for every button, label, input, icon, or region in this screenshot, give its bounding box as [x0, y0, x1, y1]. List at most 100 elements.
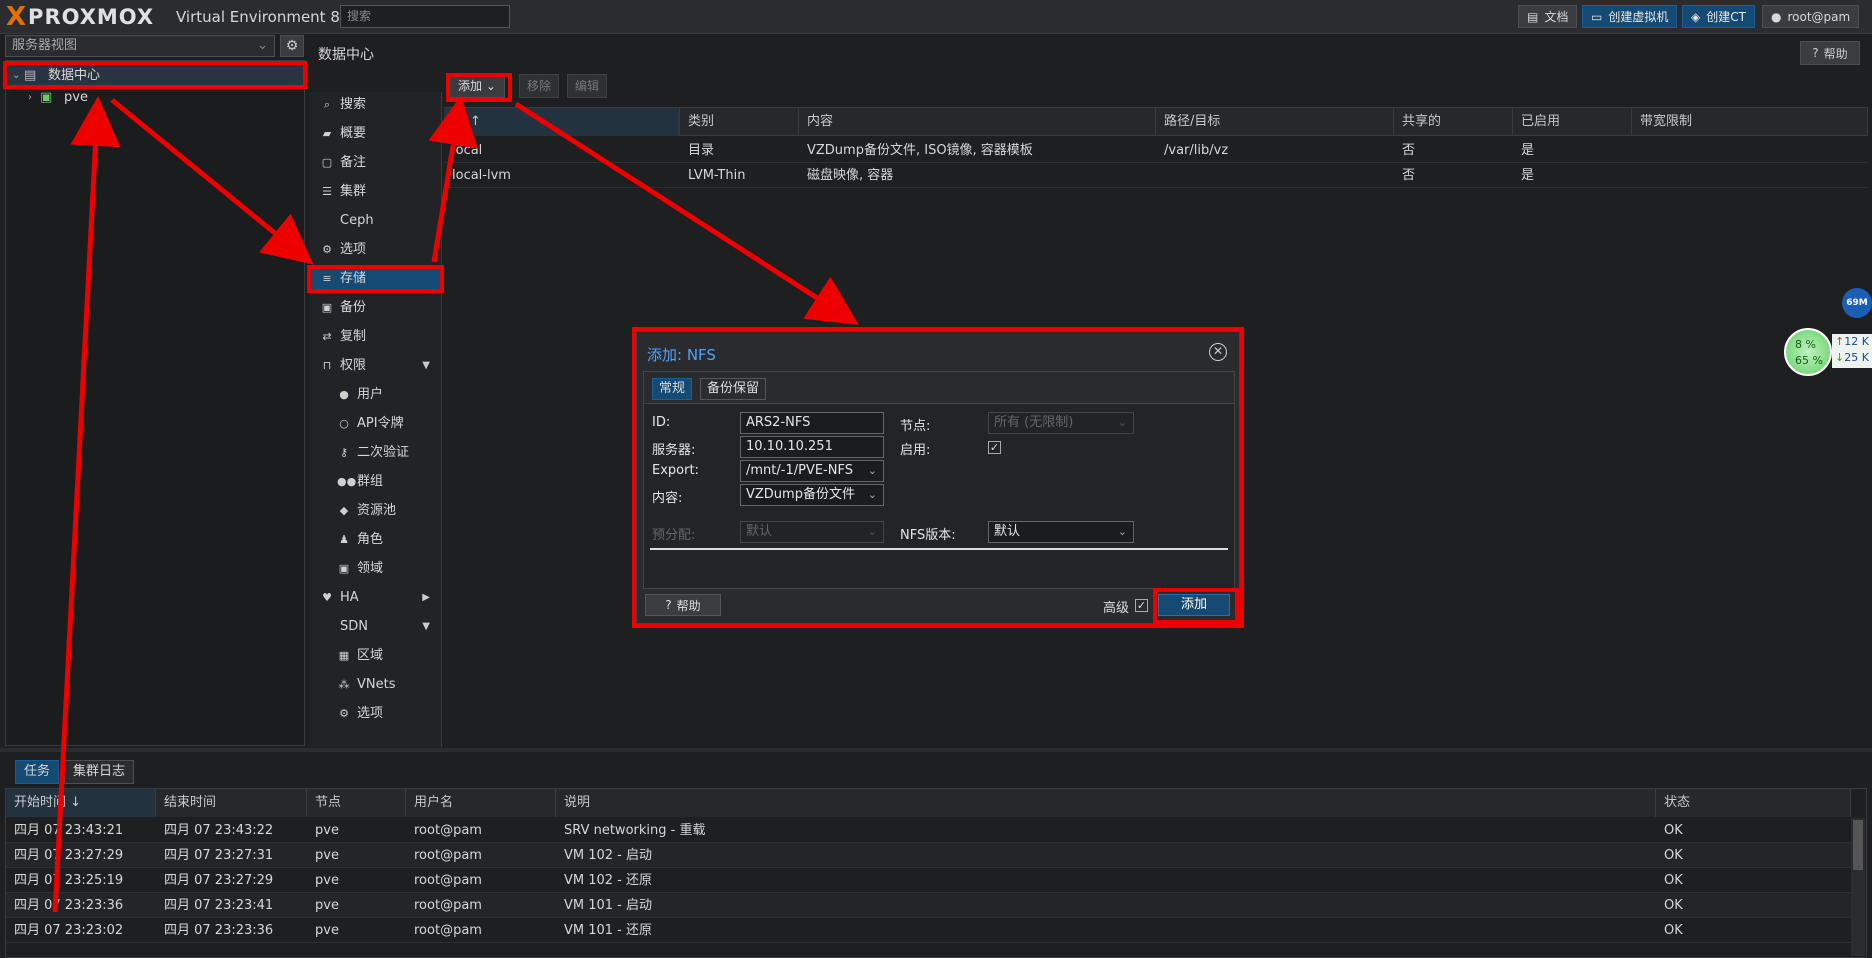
- tab-cluster-log[interactable]: 集群日志: [64, 760, 135, 784]
- dialog-tabs: 常规 备份保留: [644, 372, 1234, 404]
- nav-backup[interactable]: ▣ 备份: [310, 295, 441, 321]
- nav-realms[interactable]: ▣ 领域: [310, 556, 441, 582]
- nav-options[interactable]: ⚙ 选项: [310, 237, 441, 263]
- nav-storage[interactable]: ≡ 存储: [310, 266, 441, 292]
- node-select[interactable]: 所有 (无限制) ⌄: [988, 412, 1134, 434]
- col-username[interactable]: 用户名: [406, 789, 556, 817]
- nav-label: 资源池: [357, 503, 397, 518]
- table-row[interactable]: local 目录 VZDump备份文件, ISO镜像, 容器模板 /var/li…: [444, 139, 1868, 163]
- note-icon: ▢: [321, 156, 333, 169]
- heartbeat-icon: ♥: [322, 591, 332, 604]
- nav-groups[interactable]: ●● 群组: [310, 469, 441, 495]
- scrollbar-thumb[interactable]: [1853, 820, 1863, 870]
- docs-button[interactable]: ▤ 文档: [1518, 5, 1578, 28]
- edit-storage-button[interactable]: 编辑: [567, 74, 607, 98]
- unlock-icon: ⊓: [322, 359, 332, 372]
- nav-sdn-options[interactable]: ⚙ 选项: [310, 701, 441, 727]
- logo-x-icon: X: [6, 2, 27, 32]
- male-icon: ♟: [339, 533, 349, 546]
- cell-start: 四月 07 23:27:29: [14, 848, 124, 863]
- nav-notes[interactable]: ▢ 备注: [310, 150, 441, 176]
- user-icon: ●: [1771, 9, 1782, 24]
- cell-user: root@pam: [414, 848, 482, 863]
- nav-summary[interactable]: ▰ 概要: [310, 121, 441, 147]
- id-field[interactable]: ARS2-NFS: [740, 412, 884, 434]
- memory-badge[interactable]: 69M: [1842, 288, 1872, 318]
- add-storage-button[interactable]: 添加 ⌄: [449, 74, 505, 98]
- chevron-down-icon: ⌄: [867, 525, 877, 538]
- nav-sdn[interactable]: SDN ▼: [310, 614, 441, 640]
- nav-api-tokens[interactable]: ○ API令牌: [310, 411, 441, 437]
- user-menu-button[interactable]: ● root@pam: [1762, 5, 1860, 28]
- create-vm-button[interactable]: ▭ 创建虚拟机: [1582, 5, 1678, 28]
- close-icon[interactable]: ✕: [1209, 343, 1227, 361]
- cell-user: root@pam: [414, 823, 482, 838]
- view-selector[interactable]: 服务器视图 ⌄: [5, 35, 275, 57]
- arrow-down-icon: ↓: [1835, 351, 1845, 364]
- export-select[interactable]: /mnt/-1/PVE-NFS ⌄: [740, 460, 884, 482]
- help-button[interactable]: ? 帮助: [1800, 41, 1860, 65]
- search-input[interactable]: 搜索: [340, 5, 510, 28]
- table-row[interactable]: 四月 07 23:27:29 四月 07 23:27:31 pve root@p…: [6, 843, 1851, 868]
- cell-user: root@pam: [414, 923, 482, 938]
- cell-enabled: 是: [1521, 143, 1535, 158]
- cell-desc: VM 102 - 启动: [564, 848, 653, 863]
- col-path[interactable]: 路径/目标: [1156, 108, 1394, 136]
- col-description[interactable]: 说明: [556, 789, 1656, 817]
- nav-vnets[interactable]: ⁂ VNets: [310, 672, 441, 698]
- col-content[interactable]: 内容: [799, 108, 1156, 136]
- tree-item-pve[interactable]: › ▣ pve: [6, 87, 304, 109]
- col-id[interactable]: ID ↑: [444, 108, 680, 136]
- table-row[interactable]: 四月 07 23:23:36 四月 07 23:23:41 pve root@p…: [6, 893, 1851, 918]
- nav-permissions[interactable]: ⊓ 权限 ▼: [310, 353, 441, 379]
- col-start-time[interactable]: 开始时间 ↓: [6, 789, 156, 817]
- chevron-down-icon: ⌄: [1117, 525, 1127, 538]
- resource-tree: ⌄ ▤ 数据中心 › ▣ pve: [5, 60, 305, 746]
- nav-zones[interactable]: ▦ 区域: [310, 643, 441, 669]
- col-status[interactable]: 状态: [1656, 789, 1851, 817]
- page-title: 数据中心: [318, 47, 374, 63]
- col-node[interactable]: 节点: [307, 789, 406, 817]
- create-ct-button[interactable]: ◈ 创建CT: [1682, 5, 1755, 28]
- section-divider: [650, 548, 1228, 550]
- table-row[interactable]: 四月 07 23:25:19 四月 07 23:27:29 pve root@p…: [6, 868, 1851, 893]
- nav-ceph[interactable]: Ceph: [310, 208, 441, 234]
- tree-item-datacenter[interactable]: ⌄ ▤ 数据中心: [6, 65, 304, 87]
- col-end-time[interactable]: 结束时间: [156, 789, 307, 817]
- nav-users[interactable]: ● 用户: [310, 382, 441, 408]
- col-enabled[interactable]: 已启用: [1513, 108, 1632, 136]
- dialog-help-button[interactable]: ? 帮助: [645, 594, 721, 616]
- task-scrollbar[interactable]: [1851, 818, 1865, 956]
- tab-tasks[interactable]: 任务: [15, 760, 60, 784]
- nav-pools[interactable]: ◆ 资源池: [310, 498, 441, 524]
- tree-settings-button[interactable]: ⚙: [280, 35, 304, 57]
- nav-ha[interactable]: ♥ HA ▶: [310, 585, 441, 611]
- table-row[interactable]: 四月 07 23:43:21 四月 07 23:43:22 pve root@p…: [6, 818, 1851, 843]
- cell-type: LVM-Thin: [688, 168, 746, 183]
- nav-cluster[interactable]: ☰ 集群: [310, 179, 441, 205]
- nav-replication[interactable]: ⇄ 复制: [310, 324, 441, 350]
- enable-checkbox[interactable]: ✓: [988, 441, 1001, 454]
- remove-storage-button[interactable]: 移除: [519, 74, 559, 98]
- person-outline-icon: ○: [339, 417, 349, 430]
- server-field[interactable]: 10.10.10.251: [740, 436, 884, 458]
- table-row[interactable]: local-lvm LVM-Thin 磁盘映像, 容器 否 是: [444, 164, 1868, 188]
- nav-tfa[interactable]: ⚷ 二次验证: [310, 440, 441, 466]
- task-grid: 开始时间 ↓ 结束时间 节点 用户名 说明 状态 四月 07 23:43:21 …: [5, 788, 1867, 958]
- proxmox-logo[interactable]: X PROXMOX: [6, 4, 154, 30]
- table-row[interactable]: 四月 07 23:23:02 四月 07 23:23:36 pve root@p…: [6, 918, 1851, 943]
- nav-search[interactable]: ⌕ 搜索: [310, 92, 441, 118]
- tab-general[interactable]: 常规: [652, 378, 693, 400]
- tab-backup-retention[interactable]: 备份保留: [700, 378, 767, 400]
- prealloc-select[interactable]: 默认 ⌄: [740, 521, 884, 543]
- col-type[interactable]: 类别: [680, 108, 799, 136]
- perf-monitor-widget[interactable]: 8 % 65 % ↑12 K ↓25 K: [1784, 328, 1872, 376]
- nav-roles[interactable]: ♟ 角色: [310, 527, 441, 553]
- nav-label: 存储: [340, 271, 367, 286]
- dialog-add-button[interactable]: 添加: [1158, 594, 1230, 616]
- col-shared[interactable]: 共享的: [1394, 108, 1513, 136]
- col-bandwidth[interactable]: 带宽限制: [1632, 108, 1868, 136]
- advanced-checkbox[interactable]: ✓: [1135, 599, 1148, 612]
- nfs-version-select[interactable]: 默认 ⌄: [988, 521, 1134, 543]
- content-select[interactable]: VZDump备份文件 ⌄: [740, 484, 884, 506]
